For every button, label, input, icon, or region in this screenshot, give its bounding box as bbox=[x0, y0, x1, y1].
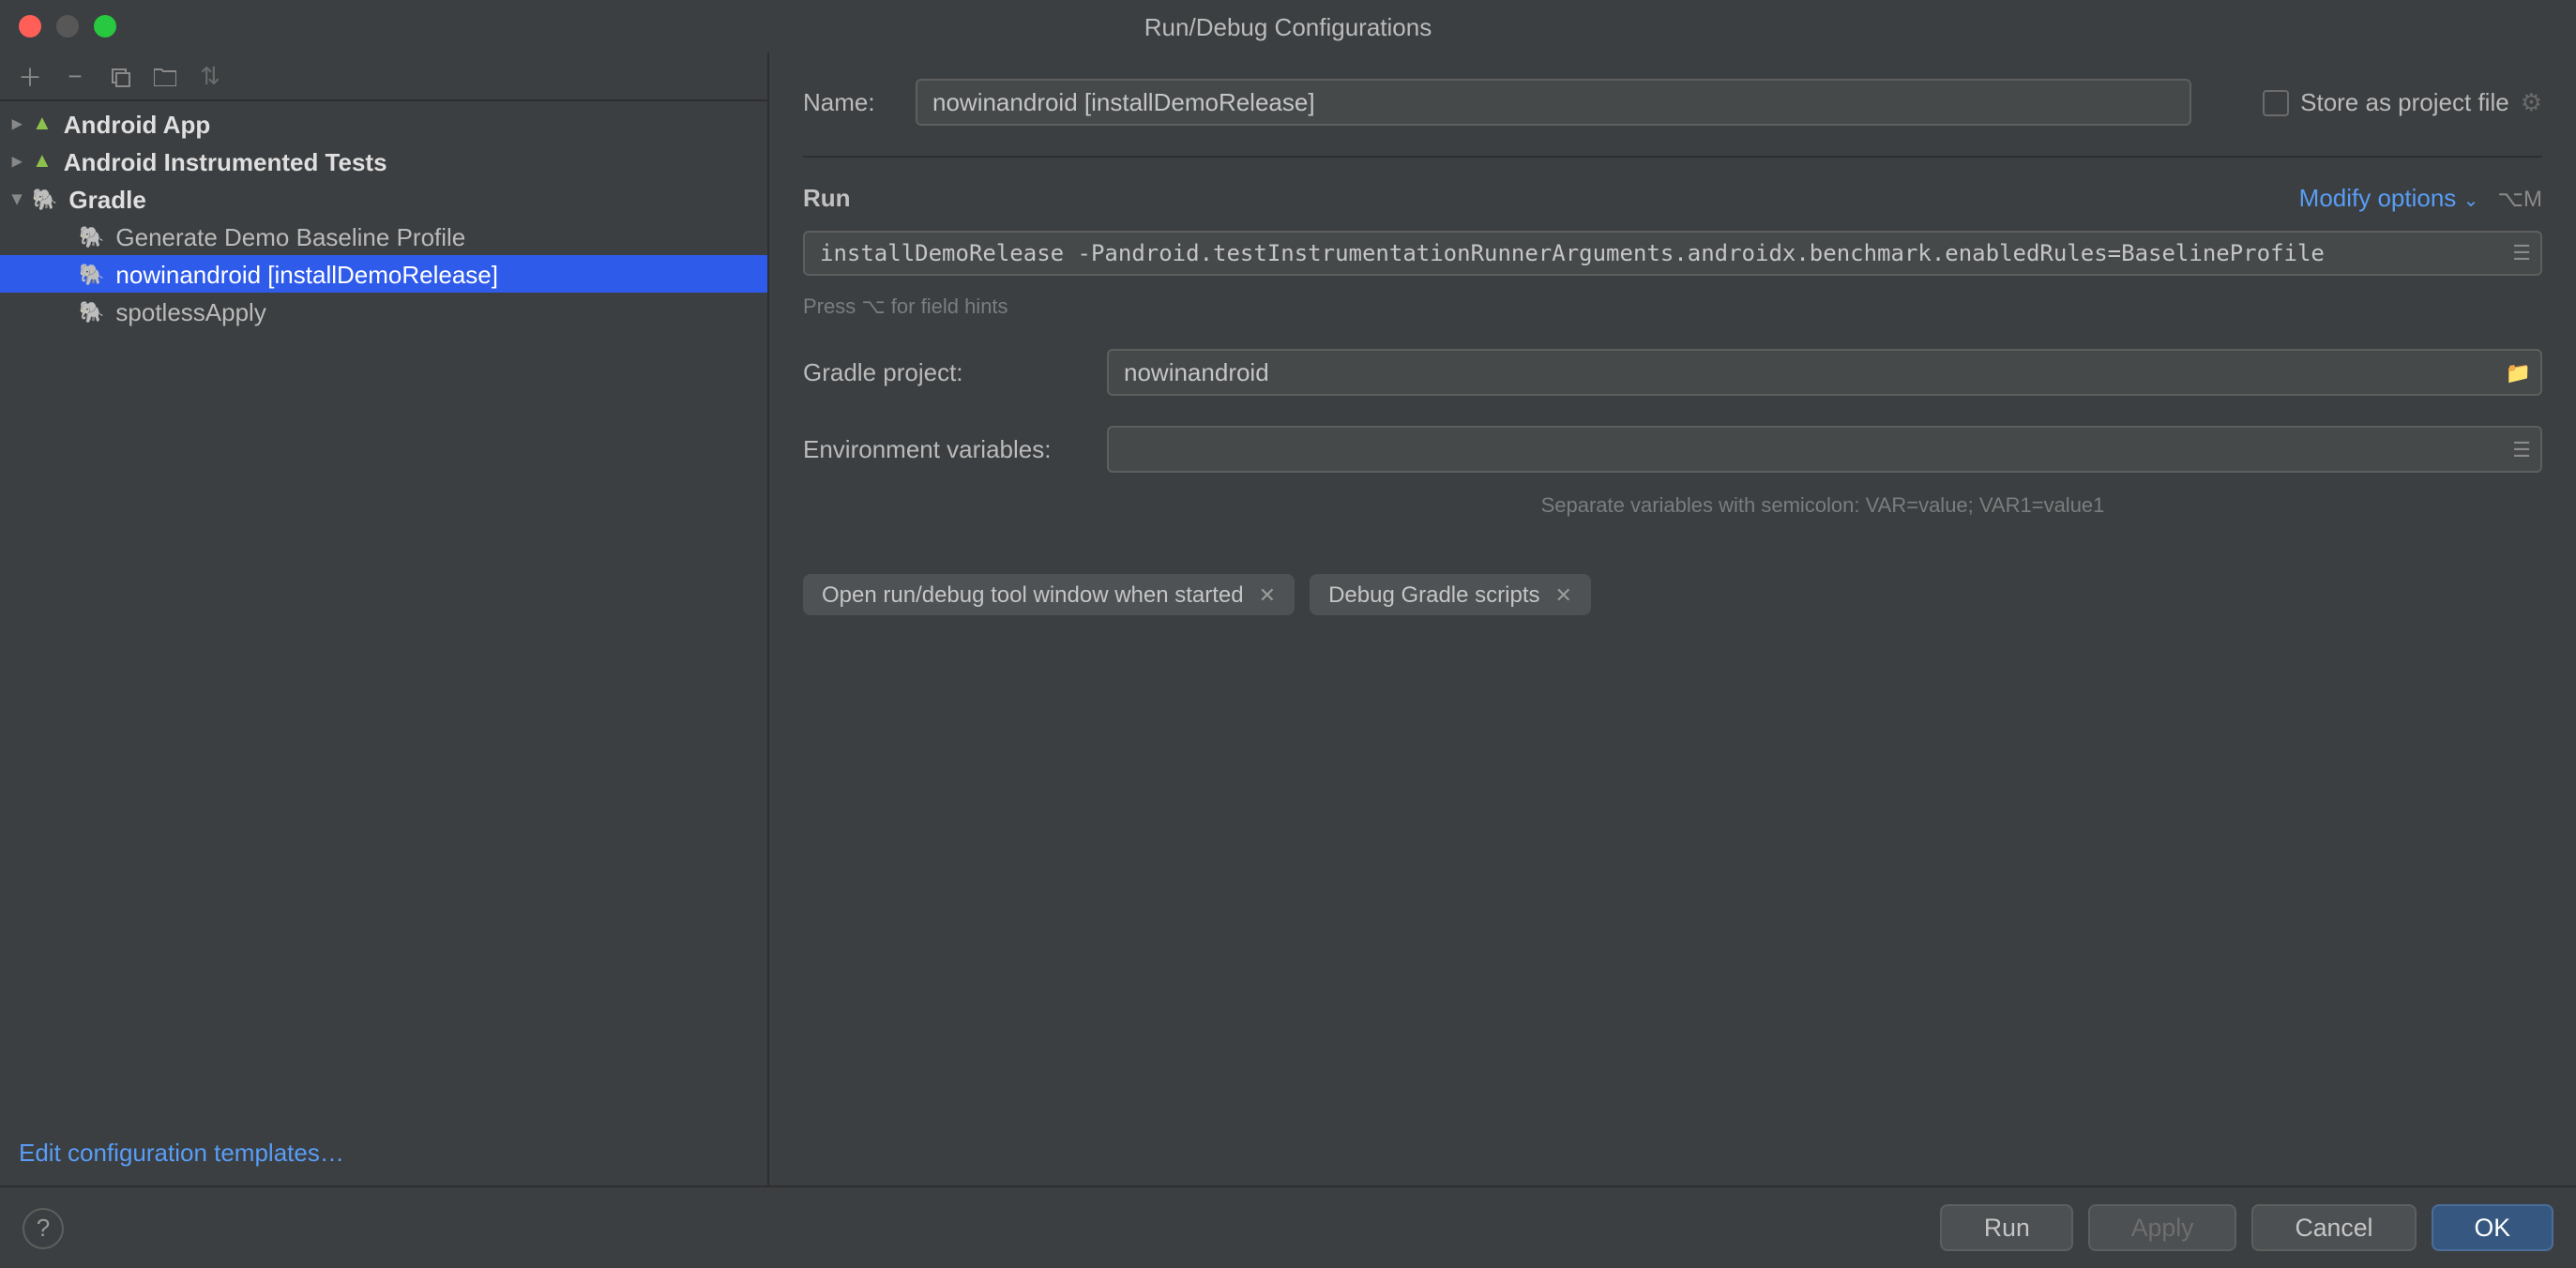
name-label: Name: bbox=[803, 88, 878, 116]
config-tree: ▸ ▲ Android App ▸ ▲ Android Instrumented… bbox=[0, 101, 767, 1120]
run-section-title: Run bbox=[803, 184, 851, 212]
name-input[interactable] bbox=[916, 79, 2191, 126]
gear-icon[interactable]: ⚙ bbox=[2521, 87, 2542, 117]
window-title: Run/Debug Configurations bbox=[1144, 12, 1432, 40]
folder-icon[interactable]: 📁 bbox=[2506, 360, 2531, 385]
copy-button[interactable] bbox=[101, 57, 139, 95]
store-as-project-label: Store as project file bbox=[2300, 88, 2509, 116]
remove-button[interactable]: − bbox=[56, 57, 94, 95]
apply-button: Apply bbox=[2088, 1204, 2237, 1251]
gradle-icon: 🐘 bbox=[79, 262, 104, 286]
tree-item-install-demo-release[interactable]: 🐘 nowinandroid [installDemoRelease] bbox=[0, 255, 767, 293]
edit-templates-link[interactable]: Edit configuration templates… bbox=[0, 1120, 767, 1185]
gradle-icon: 🐘 bbox=[79, 299, 104, 324]
sort-button[interactable]: ⇅ bbox=[191, 57, 229, 95]
tree-item-android-tests[interactable]: ▸ ▲ Android Instrumented Tests bbox=[0, 143, 767, 180]
chip-debug-gradle[interactable]: Debug Gradle scripts ✕ bbox=[1310, 574, 1591, 615]
tree-item-gradle[interactable]: ▾ 🐘 Gradle bbox=[0, 180, 767, 218]
gradle-icon: 🐘 bbox=[79, 224, 104, 249]
gradle-project-input[interactable] bbox=[1107, 349, 2542, 396]
chevron-right-icon: ▸ bbox=[8, 113, 26, 134]
window-close-icon[interactable] bbox=[19, 15, 41, 38]
window-zoom-icon[interactable] bbox=[94, 15, 116, 38]
gradle-project-label: Gradle project: bbox=[803, 358, 1084, 386]
env-hint: Separate variables with semicolon: VAR=v… bbox=[1103, 495, 2542, 518]
modify-kbd-hint: ⌥M bbox=[2497, 185, 2542, 211]
chevron-right-icon: ▸ bbox=[8, 151, 26, 172]
env-input[interactable] bbox=[1107, 426, 2542, 473]
android-icon: ▲ bbox=[32, 150, 53, 173]
tree-item-spotless-apply[interactable]: 🐘 spotlessApply bbox=[0, 293, 767, 330]
store-as-project-checkbox[interactable] bbox=[2263, 89, 2289, 115]
window-minimize-icon bbox=[56, 15, 79, 38]
help-button[interactable]: ? bbox=[23, 1207, 64, 1248]
add-button[interactable]: ＋ bbox=[11, 57, 49, 95]
ok-button[interactable]: OK bbox=[2431, 1204, 2553, 1251]
modify-options-link[interactable]: Modify options ⌄ bbox=[2299, 184, 2479, 212]
titlebar: Run/Debug Configurations bbox=[0, 0, 2576, 53]
sidebar-toolbar: ＋ − ⇅ bbox=[0, 53, 767, 101]
list-icon[interactable]: ☰ bbox=[2512, 437, 2531, 461]
close-icon[interactable]: ✕ bbox=[1555, 582, 1572, 607]
close-icon[interactable]: ✕ bbox=[1259, 582, 1276, 607]
android-icon: ▲ bbox=[32, 113, 53, 135]
tasks-hint: Press ⌥ for field hints bbox=[803, 294, 2542, 319]
tree-item-baseline-profile[interactable]: 🐘 Generate Demo Baseline Profile bbox=[0, 218, 767, 255]
chip-open-tool-window[interactable]: Open run/debug tool window when started … bbox=[803, 574, 1295, 615]
env-label: Environment variables: bbox=[803, 435, 1084, 463]
chevron-down-icon: ▾ bbox=[8, 189, 26, 209]
save-to-folder-button[interactable] bbox=[146, 57, 184, 95]
tasks-input[interactable] bbox=[803, 231, 2542, 276]
expand-icon[interactable]: ☰ bbox=[2512, 241, 2531, 265]
run-button[interactable]: Run bbox=[1941, 1204, 2073, 1251]
cancel-button[interactable]: Cancel bbox=[2251, 1204, 2416, 1251]
tree-item-android-app[interactable]: ▸ ▲ Android App bbox=[0, 105, 767, 143]
chevron-down-icon: ⌄ bbox=[2463, 191, 2479, 212]
gradle-icon: 🐘 bbox=[32, 187, 57, 211]
